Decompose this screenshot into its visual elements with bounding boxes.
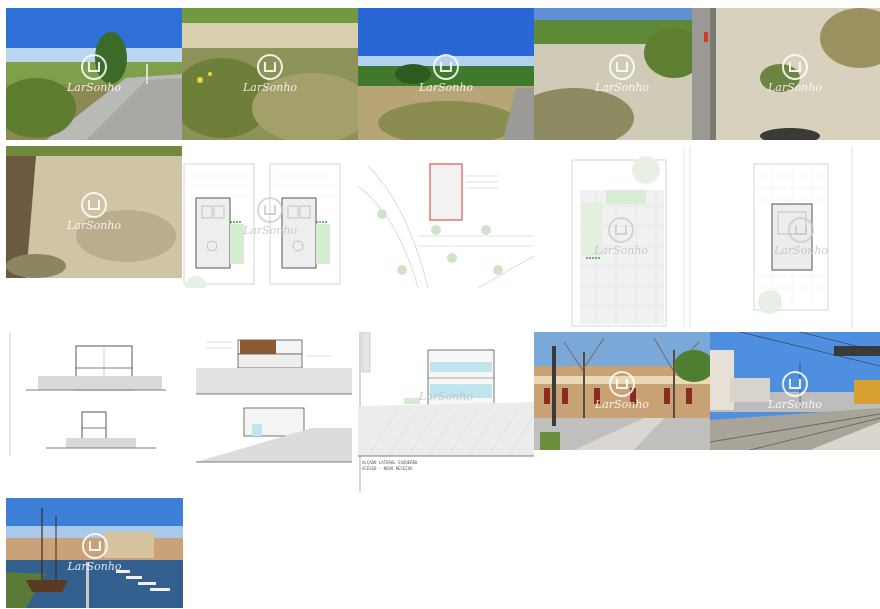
plan-site-location[interactable] xyxy=(358,146,534,288)
drawing-elevation-detail[interactable]: ALÇADO LATERAL ESQUERDO ACESSO - NOVO RE… xyxy=(358,332,534,492)
drawing-caption-line1: ALÇADO LATERAL ESQUERDO xyxy=(362,460,418,465)
photo-land-field[interactable]: LarSonho xyxy=(358,8,534,140)
drawing-sections[interactable] xyxy=(6,332,182,456)
photo-land-vegetation[interactable]: LarSonho xyxy=(182,8,358,140)
drawing-caption-line2: ACESSO - NOVO RECEÇÃO xyxy=(362,466,413,471)
photo-harbour[interactable]: LarSonho xyxy=(6,498,183,608)
plan-roof[interactable]: LarSonho xyxy=(742,146,860,328)
plan-site-implantation[interactable]: LarSonho xyxy=(546,146,696,328)
drawing-elevations[interactable] xyxy=(192,332,352,466)
photo-town-square[interactable]: LarSonho xyxy=(534,332,710,450)
photo-land-pathway[interactable]: LarSonho xyxy=(6,8,182,140)
photo-land-sand-path[interactable]: LarSonho xyxy=(710,8,880,140)
photo-metro-station[interactable]: LarSonho xyxy=(710,332,880,450)
plan-floor-plans[interactable]: LarSonho xyxy=(182,146,358,288)
photo-land-dunes[interactable]: LarSonho xyxy=(534,8,710,140)
photo-land-ground[interactable]: LarSonho xyxy=(6,146,182,278)
